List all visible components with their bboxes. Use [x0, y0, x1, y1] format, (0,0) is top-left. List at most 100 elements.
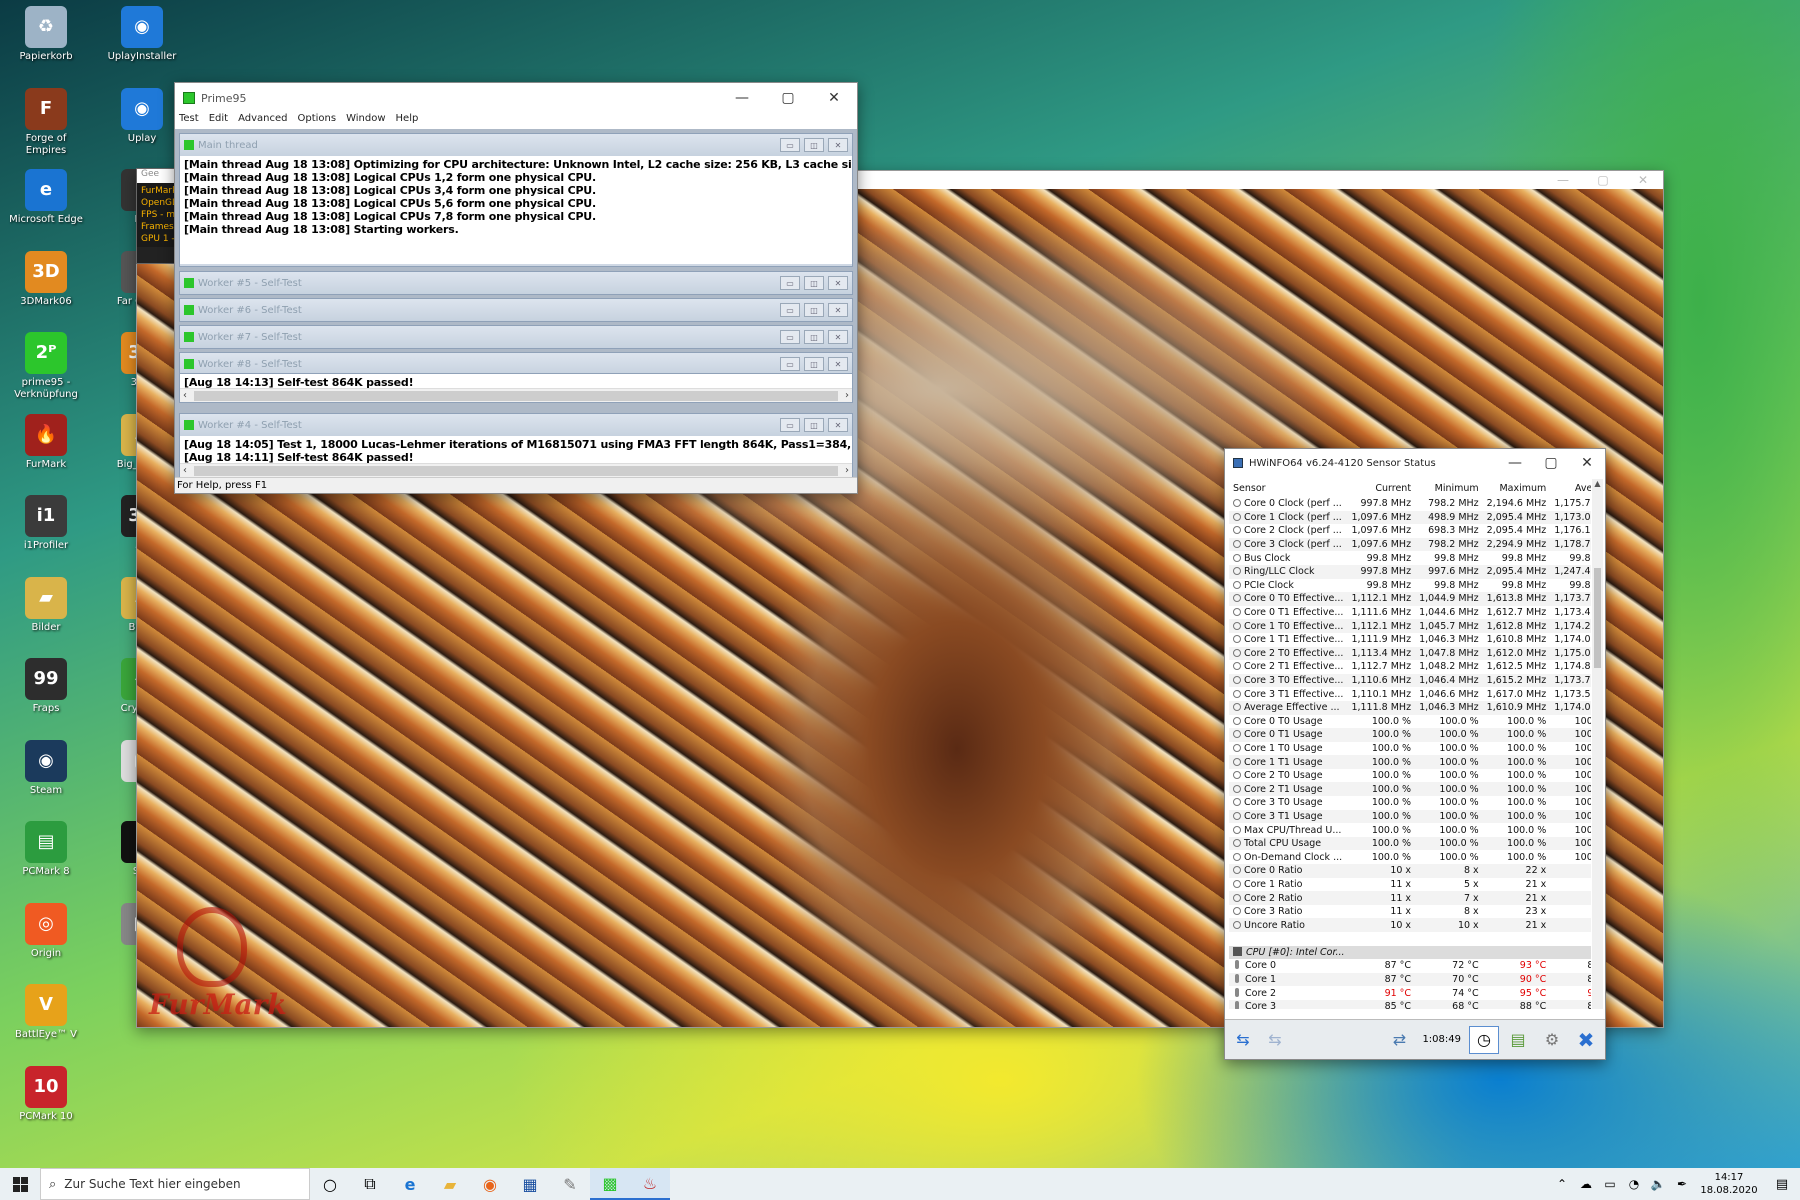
- mdi-restore-button[interactable]: ◫: [804, 357, 824, 371]
- notifications-icon[interactable]: ▤: [1764, 1168, 1800, 1200]
- sensor-row[interactable]: Core 1 T0 Effective... 1,112.1 MHz 1,045.7…: [1229, 619, 1591, 633]
- furmark-minimize-button[interactable]: —: [1543, 173, 1583, 187]
- sensor-row[interactable]: Core 0 T0 Effective... 1,112.1 MHz 1,044.9…: [1229, 592, 1591, 606]
- sensor-row[interactable]: Core 187 °C70 °C90 °C86 °C: [1229, 972, 1591, 987]
- worker-window[interactable]: Worker #6 - Self-Test ▭ ◫ ✕: [179, 298, 853, 322]
- nav-next-icon[interactable]: ⇆: [1261, 1027, 1289, 1053]
- mdi-restore-button[interactable]: ◫: [804, 138, 824, 152]
- worker-4-hscroll[interactable]: ‹ ›: [180, 463, 852, 477]
- desktop-icon[interactable]: ◉ Steam: [8, 739, 84, 797]
- start-button[interactable]: [0, 1168, 40, 1200]
- menu-item-test[interactable]: Test: [179, 113, 199, 129]
- firefox-icon[interactable]: ◉: [470, 1168, 510, 1200]
- prime95-window[interactable]: Prime95 — ▢ ✕ Test Edit Advanced Options Win…: [174, 82, 858, 494]
- desktop-icon[interactable]: ◉ Uplay: [104, 87, 180, 145]
- scroll-right-icon[interactable]: ›: [842, 390, 852, 401]
- sensor-row[interactable]: Core 3 Ratio 11 x 8 x 23 x12 x: [1229, 905, 1591, 919]
- mdi-restore-button[interactable]: ◫: [804, 276, 824, 290]
- desktop-icon[interactable]: 2ᴾ prime95 - Verknüpfung: [8, 332, 84, 401]
- desktop-icon[interactable]: 🔥 FurMark: [8, 413, 84, 471]
- worker-window[interactable]: Worker #7 - Self-Test ▭ ◫ ✕: [179, 325, 853, 349]
- sensor-row[interactable]: Core 0 Ratio10 x8 x22 x12 x: [1229, 864, 1591, 878]
- mdi-restore-button[interactable]: ◫: [804, 303, 824, 317]
- mdi-close-button[interactable]: ✕: [828, 276, 848, 290]
- desktop-icon[interactable]: i1 i1Profiler: [8, 495, 84, 552]
- scroll-left-icon[interactable]: ‹: [180, 390, 190, 401]
- prime95-titlebar[interactable]: Prime95 — ▢ ✕: [175, 83, 857, 113]
- edge-taskbar-icon[interactable]: e: [390, 1168, 430, 1200]
- calculator-app-icon[interactable]: ▦: [510, 1168, 550, 1200]
- sensor-row[interactable]: Core 2 T0 Usage 100.0 % 100.0 % 100.0 % 100.…: [1229, 769, 1591, 783]
- menu-item-edit[interactable]: Edit: [209, 113, 228, 129]
- sensor-row[interactable]: Ring/LLC Clock 997.8 MHz 997.6 MHz 2,095.4 …: [1229, 564, 1591, 579]
- hwinfo-vscroll[interactable]: ▲: [1592, 479, 1603, 1009]
- cortana-icon[interactable]: ○: [310, 1168, 350, 1200]
- volume-icon[interactable]: 🔈: [1646, 1168, 1670, 1200]
- taskbar-search-box[interactable]: ⌕ Zur Suche Text hier eingeben: [40, 1168, 310, 1200]
- hwinfo-titlebar[interactable]: HWiNFO64 v6.24-4120 Sensor Status — ▢ ✕: [1225, 449, 1605, 477]
- clock-icon[interactable]: ◷: [1469, 1025, 1499, 1054]
- prime95-close-button[interactable]: ✕: [811, 83, 857, 113]
- mdi-minimize-button[interactable]: ▭: [780, 138, 800, 152]
- desktop-icon[interactable]: ◎ Origin: [8, 902, 84, 960]
- sensor-group-row[interactable]: CPU [#0]: Intel Cor...: [1229, 945, 1591, 960]
- sensor-row[interactable]: On-Demand Clock ... 100.0 % 100.0 % 100.0 %…: [1229, 850, 1591, 864]
- column-header[interactable]: Maximum: [1482, 479, 1551, 497]
- prime95-maximize-button[interactable]: ▢: [765, 83, 811, 113]
- sensor-row[interactable]: Bus Clock 99.8 MHz 99.8 MHz 99.8 MHz 99.8 MH…: [1229, 551, 1591, 565]
- hwinfo-window[interactable]: HWiNFO64 v6.24-4120 Sensor Status — ▢ ✕ …: [1224, 448, 1606, 1060]
- desktop-icon[interactable]: V BattlEye™ V: [8, 984, 84, 1041]
- prime95-taskbar-icon[interactable]: ▩: [590, 1168, 630, 1200]
- tool-app-icon[interactable]: ✎: [550, 1168, 590, 1200]
- sensor-row[interactable]: Core 1 Clock (perf ... 1,097.6 MHz 498.9 M…: [1229, 510, 1591, 525]
- worker-window[interactable]: Worker #5 - Self-Test ▭ ◫ ✕: [179, 271, 853, 295]
- menu-item-options[interactable]: Options: [297, 113, 336, 129]
- sensor-row[interactable]: Core 1 T1 Effective... 1,111.9 MHz 1,046.3…: [1229, 633, 1591, 647]
- desktop-icon[interactable]: ♻ Papierkorb: [8, 6, 84, 63]
- sensor-row[interactable]: Max CPU/Thread U... 100.0 % 100.0 % 100.0 %…: [1229, 823, 1591, 837]
- desktop-icon[interactable]: ▤ PCMark 8: [8, 821, 84, 878]
- mdi-minimize-button[interactable]: ▭: [780, 276, 800, 290]
- log-icon[interactable]: ▤: [1503, 1027, 1533, 1053]
- mdi-close-button[interactable]: ✕: [828, 303, 848, 317]
- prime95-minimize-button[interactable]: —: [719, 83, 765, 113]
- sensor-row[interactable]: Core 3 T1 Usage100.0 %100.0 %100.0 %100.…: [1229, 809, 1591, 824]
- sensor-row[interactable]: Core 1 Ratio 11 x 5 x 21 x12 x: [1229, 878, 1591, 892]
- mdi-close-button[interactable]: ✕: [828, 138, 848, 152]
- main-thread-window[interactable]: Main thread ▭ ◫ ✕ [Main thread Aug 18 13:08…: [179, 133, 853, 267]
- sensor-row[interactable]: Core 0 T1 Effective... 1,111.6 MHz 1,044.6…: [1229, 606, 1591, 620]
- mdi-close-button[interactable]: ✕: [828, 418, 848, 432]
- mdi-minimize-button[interactable]: ▭: [780, 357, 800, 371]
- furmark-taskbar-icon[interactable]: ♨: [630, 1168, 670, 1200]
- sensor-row[interactable]: Core 0 Clock (perf ... 997.8 MHz 798.2 MHz…: [1229, 497, 1591, 511]
- furmark-close-button[interactable]: ✕: [1623, 173, 1663, 187]
- desktop-icon[interactable]: 99 Fraps: [8, 658, 84, 715]
- desktop-icon[interactable]: ◉ UplayInstaller: [104, 6, 180, 63]
- hwinfo-close-button[interactable]: ✕: [1569, 448, 1605, 478]
- network-tray-icon[interactable]: ◔: [1622, 1168, 1646, 1200]
- nav-prev-icon[interactable]: ⇆: [1229, 1027, 1257, 1053]
- sensor-row[interactable]: Core 2 Ratio11 x7 x21 x12 x: [1229, 891, 1591, 905]
- sensor-row[interactable]: Core 2 91 °C 74 °C 95 °C 91 °C: [1229, 986, 1591, 1000]
- worker-8-log-window[interactable]: [Aug 18 14:13] Self-test 864K passed! ‹ ›: [179, 373, 853, 403]
- taskbar-clock[interactable]: 14:17 18.08.2020: [1694, 1171, 1764, 1197]
- desktop-icon[interactable]: 3D 3DMark06: [8, 250, 84, 308]
- network-icon[interactable]: ⇄: [1384, 1027, 1414, 1053]
- mdi-close-button[interactable]: ✕: [828, 330, 848, 344]
- tray-app-icon[interactable]: ☁: [1574, 1168, 1598, 1200]
- worker-4-window[interactable]: Worker #4 - Self-Test ▭ ◫ ✕ [Aug 18 14:05] …: [179, 413, 853, 477]
- sensor-row[interactable]: Core 385 °C68 °C88 °C85 °C: [1229, 999, 1591, 1009]
- sensor-row[interactable]: Core 2 T0 Effective... 1,113.4 MHz 1,047.8…: [1229, 646, 1591, 661]
- column-header[interactable]: Sensor: [1229, 479, 1348, 497]
- sensor-row[interactable]: Core 2 Clock (perf ... 1,097.6 MHz 698.3 M…: [1229, 524, 1591, 538]
- desktop-icon[interactable]: F Forge of Empires: [8, 87, 84, 157]
- menu-item-advanced[interactable]: Advanced: [238, 113, 287, 129]
- sensor-row[interactable]: PCIe Clock 99.8 MHz 99.8 MHz 99.8 MHz 99.8 M…: [1229, 579, 1591, 593]
- sensor-row[interactable]: Core 2 T1 Effective... 1,112.7 MHz 1,048.2…: [1229, 660, 1591, 674]
- column-header[interactable]: Current: [1347, 479, 1416, 497]
- sensor-row[interactable]: Core 1 T0 Usage 100.0 % 100.0 % 100.0 % 100.…: [1229, 742, 1591, 756]
- mdi-minimize-button[interactable]: ▭: [780, 330, 800, 344]
- battery-icon[interactable]: ▭: [1598, 1168, 1622, 1200]
- task-view-icon[interactable]: ⧉: [350, 1168, 390, 1200]
- sensor-row[interactable]: Core 0 T1 Usage100.0 %100.0 %100.0 %100.…: [1229, 728, 1591, 742]
